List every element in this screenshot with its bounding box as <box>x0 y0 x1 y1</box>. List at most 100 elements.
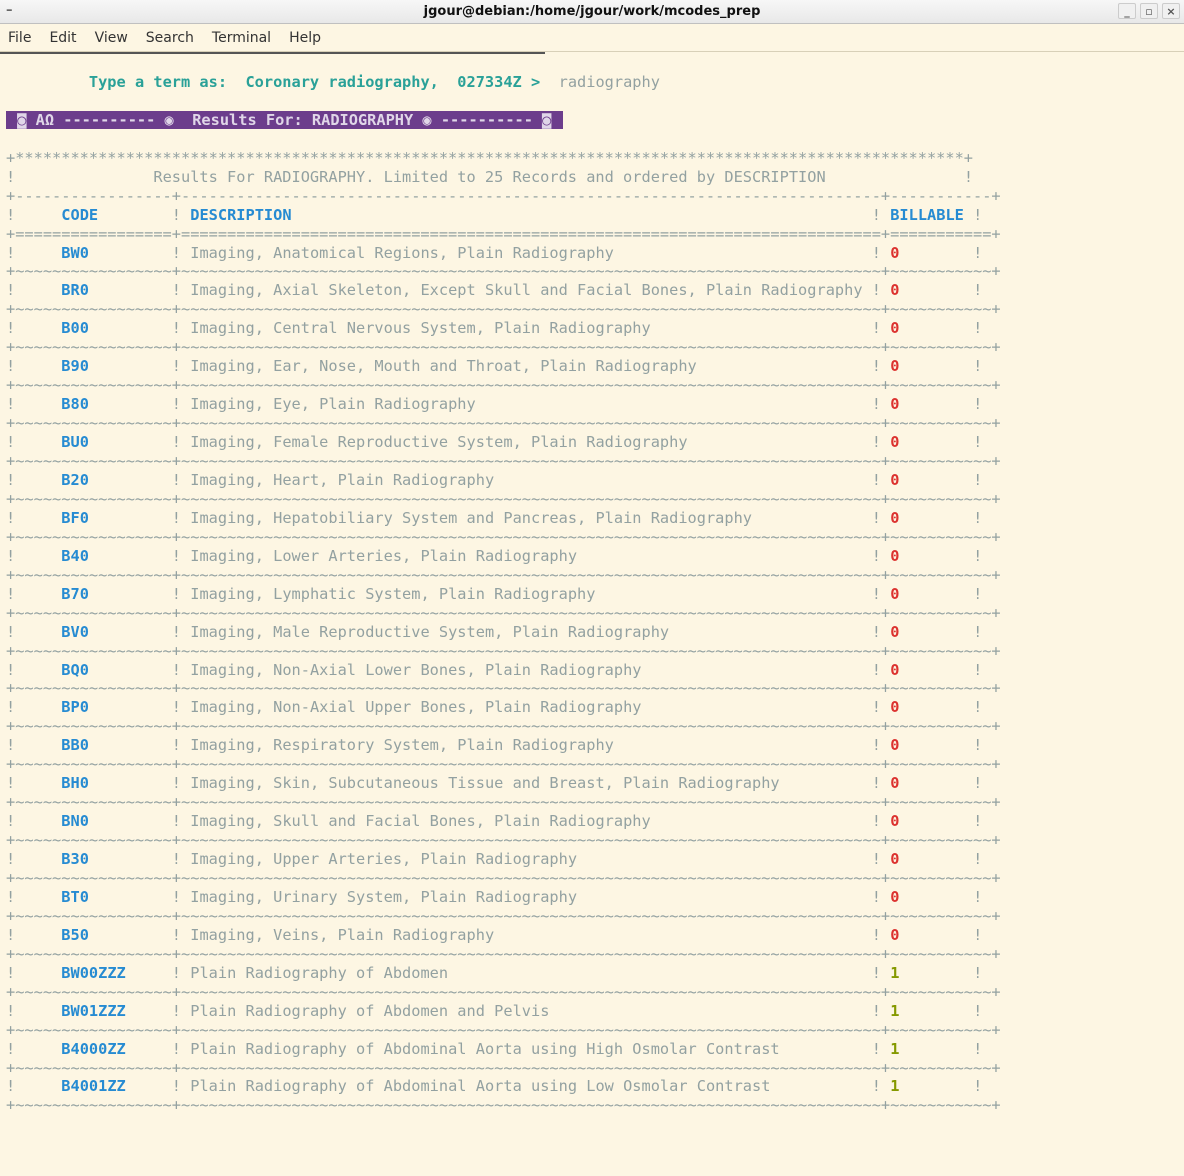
cell-description: Imaging, Non-Axial Upper Bones, Plain Ra… <box>190 698 872 716</box>
cell-billable: 0 <box>890 774 973 792</box>
window-titlebar: – jgour@debian:/home/jgour/work/mcodes_p… <box>0 0 1184 24</box>
cell-code: B20 <box>61 471 172 489</box>
border-rowsep: +~~~~~~~~~~~~~~~~~+~~~~~~~~~~~~~~~~~~~~~… <box>6 869 1178 888</box>
cell-billable: 0 <box>890 623 973 641</box>
prompt-input-value[interactable]: radiography <box>559 73 660 91</box>
cell-code: BT0 <box>61 888 172 906</box>
border-rowsep: +~~~~~~~~~~~~~~~~~+~~~~~~~~~~~~~~~~~~~~~… <box>6 414 1178 433</box>
cell-description: Imaging, Upper Arteries, Plain Radiograp… <box>190 850 872 868</box>
cell-description: Plain Radiography of Abdomen and Pelvis <box>190 1002 872 1020</box>
cell-code: BR0 <box>61 281 172 299</box>
border-rowsep: +~~~~~~~~~~~~~~~~~+~~~~~~~~~~~~~~~~~~~~~… <box>6 755 1178 774</box>
cell-description: Imaging, Ear, Nose, Mouth and Throat, Pl… <box>190 357 872 375</box>
cell-billable: 0 <box>890 509 973 527</box>
cell-billable: 1 <box>890 1077 973 1095</box>
cell-code: BN0 <box>61 812 172 830</box>
cell-billable: 0 <box>890 736 973 754</box>
cell-code: BW0 <box>61 244 172 262</box>
cell-billable: 0 <box>890 585 973 603</box>
table-row: ! B90 ! Imaging, Ear, Nose, Mouth and Th… <box>6 357 1178 376</box>
border-rowsep: +~~~~~~~~~~~~~~~~~+~~~~~~~~~~~~~~~~~~~~~… <box>6 1021 1178 1040</box>
cell-description: Imaging, Male Reproductive System, Plain… <box>190 623 872 641</box>
border-rowsep: +~~~~~~~~~~~~~~~~~+~~~~~~~~~~~~~~~~~~~~~… <box>6 566 1178 585</box>
cell-code: B4000ZZ <box>61 1040 172 1058</box>
table-row: ! B70 ! Imaging, Lymphatic System, Plain… <box>6 585 1178 604</box>
border-rowsep: +~~~~~~~~~~~~~~~~~+~~~~~~~~~~~~~~~~~~~~~… <box>6 983 1178 1002</box>
table-row: ! B80 ! Imaging, Eye, Plain Radiography … <box>6 395 1178 414</box>
border-rowsep: +~~~~~~~~~~~~~~~~~+~~~~~~~~~~~~~~~~~~~~~… <box>6 338 1178 357</box>
border-rowsep: +~~~~~~~~~~~~~~~~~+~~~~~~~~~~~~~~~~~~~~~… <box>6 604 1178 623</box>
cell-description: Imaging, Lymphatic System, Plain Radiogr… <box>190 585 872 603</box>
cell-code: B80 <box>61 395 172 413</box>
border-rowsep: +~~~~~~~~~~~~~~~~~+~~~~~~~~~~~~~~~~~~~~~… <box>6 262 1178 281</box>
cell-code: BV0 <box>61 623 172 641</box>
cell-description: Plain Radiography of Abdomen <box>190 964 872 982</box>
border-rowsep: +~~~~~~~~~~~~~~~~~+~~~~~~~~~~~~~~~~~~~~~… <box>6 907 1178 926</box>
border-headersep: +=================+=====================… <box>6 225 1178 244</box>
results-subtitle: ! Results For RADIOGRAPHY. Limited to 25… <box>6 168 1178 187</box>
cell-billable: 0 <box>890 281 973 299</box>
col-code: CODE <box>61 206 172 224</box>
cell-description: Imaging, Central Nervous System, Plain R… <box>190 319 872 337</box>
border-rowsep: +~~~~~~~~~~~~~~~~~+~~~~~~~~~~~~~~~~~~~~~… <box>6 376 1178 395</box>
table-row: ! BW0 ! Imaging, Anatomical Regions, Pla… <box>6 244 1178 263</box>
cell-billable: 1 <box>890 964 973 982</box>
menu-edit[interactable]: Edit <box>49 30 76 46</box>
cell-description: Imaging, Anatomical Regions, Plain Radio… <box>190 244 872 262</box>
prompt-hint: Type a term as: <box>89 73 227 91</box>
cell-code: B50 <box>61 926 172 944</box>
cell-code: B30 <box>61 850 172 868</box>
cell-description: Imaging, Hepatobiliary System and Pancre… <box>190 509 872 527</box>
table-row: ! B20 ! Imaging, Heart, Plain Radiograph… <box>6 471 1178 490</box>
table-row: ! BW00ZZZ ! Plain Radiography of Abdomen… <box>6 964 1178 983</box>
table-row: ! B4000ZZ ! Plain Radiography of Abdomin… <box>6 1040 1178 1059</box>
cell-billable: 0 <box>890 395 973 413</box>
maximize-button[interactable]: ▫ <box>1140 3 1158 19</box>
table-row: ! BB0 ! Imaging, Respiratory System, Pla… <box>6 736 1178 755</box>
menu-view[interactable]: View <box>95 30 128 46</box>
table-row: ! B50 ! Imaging, Veins, Plain Radiograph… <box>6 926 1178 945</box>
border-rowsep: +~~~~~~~~~~~~~~~~~+~~~~~~~~~~~~~~~~~~~~~… <box>6 945 1178 964</box>
cell-billable: 0 <box>890 698 973 716</box>
cell-billable: 0 <box>890 471 973 489</box>
border-rowsep: +~~~~~~~~~~~~~~~~~+~~~~~~~~~~~~~~~~~~~~~… <box>6 679 1178 698</box>
cell-description: Plain Radiography of Abdominal Aorta usi… <box>190 1077 872 1095</box>
table-row: ! BP0 ! Imaging, Non-Axial Upper Bones, … <box>6 698 1178 717</box>
minimize-button[interactable]: _ <box>1118 3 1136 19</box>
border-rowsep: +~~~~~~~~~~~~~~~~~+~~~~~~~~~~~~~~~~~~~~~… <box>6 793 1178 812</box>
cell-code: B90 <box>61 357 172 375</box>
cell-billable: 0 <box>890 812 973 830</box>
menu-help[interactable]: Help <box>289 30 321 46</box>
prompt-example: Coronary radiography, 027334Z > <box>245 73 540 91</box>
cell-billable: 1 <box>890 1002 973 1020</box>
table-row: ! B4001ZZ ! Plain Radiography of Abdomin… <box>6 1077 1178 1096</box>
menu-file[interactable]: File <box>8 30 31 46</box>
menu-search[interactable]: Search <box>146 30 194 46</box>
table-row: ! B40 ! Imaging, Lower Arteries, Plain R… <box>6 547 1178 566</box>
col-billable: BILLABLE <box>890 206 973 224</box>
border-top: +***************************************… <box>6 149 1178 168</box>
cell-billable: 0 <box>890 319 973 337</box>
cell-description: Imaging, Non-Axial Lower Bones, Plain Ra… <box>190 661 872 679</box>
cell-code: B00 <box>61 319 172 337</box>
terminal-output[interactable]: Type a term as: Coronary radiography, 02… <box>0 54 1184 1121</box>
border-rowsep: +~~~~~~~~~~~~~~~~~+~~~~~~~~~~~~~~~~~~~~~… <box>6 831 1178 850</box>
cell-billable: 0 <box>890 547 973 565</box>
menu-terminal[interactable]: Terminal <box>212 30 271 46</box>
results-banner: ◙ AΩ ---------- ◉ Results For: RADIOGRAP… <box>6 111 563 129</box>
cell-code: BW01ZZZ <box>61 1002 172 1020</box>
border-rowsep: +~~~~~~~~~~~~~~~~~+~~~~~~~~~~~~~~~~~~~~~… <box>6 1059 1178 1078</box>
table-row: ! BT0 ! Imaging, Urinary System, Plain R… <box>6 888 1178 907</box>
table-row: ! BW01ZZZ ! Plain Radiography of Abdomen… <box>6 1002 1178 1021</box>
menubar: File Edit View Search Terminal Help <box>0 24 1184 52</box>
window-menu-icon[interactable]: – <box>6 3 13 18</box>
border-rowsep: +~~~~~~~~~~~~~~~~~+~~~~~~~~~~~~~~~~~~~~~… <box>6 1096 1178 1115</box>
cell-code: B70 <box>61 585 172 603</box>
border-rowsep: +~~~~~~~~~~~~~~~~~+~~~~~~~~~~~~~~~~~~~~~… <box>6 490 1178 509</box>
cell-billable: 0 <box>890 850 973 868</box>
table-row: ! BH0 ! Imaging, Skin, Subcutaneous Tiss… <box>6 774 1178 793</box>
close-button[interactable]: × <box>1162 3 1180 19</box>
cell-billable: 1 <box>890 1040 973 1058</box>
cell-code: BB0 <box>61 736 172 754</box>
cell-billable: 0 <box>890 661 973 679</box>
